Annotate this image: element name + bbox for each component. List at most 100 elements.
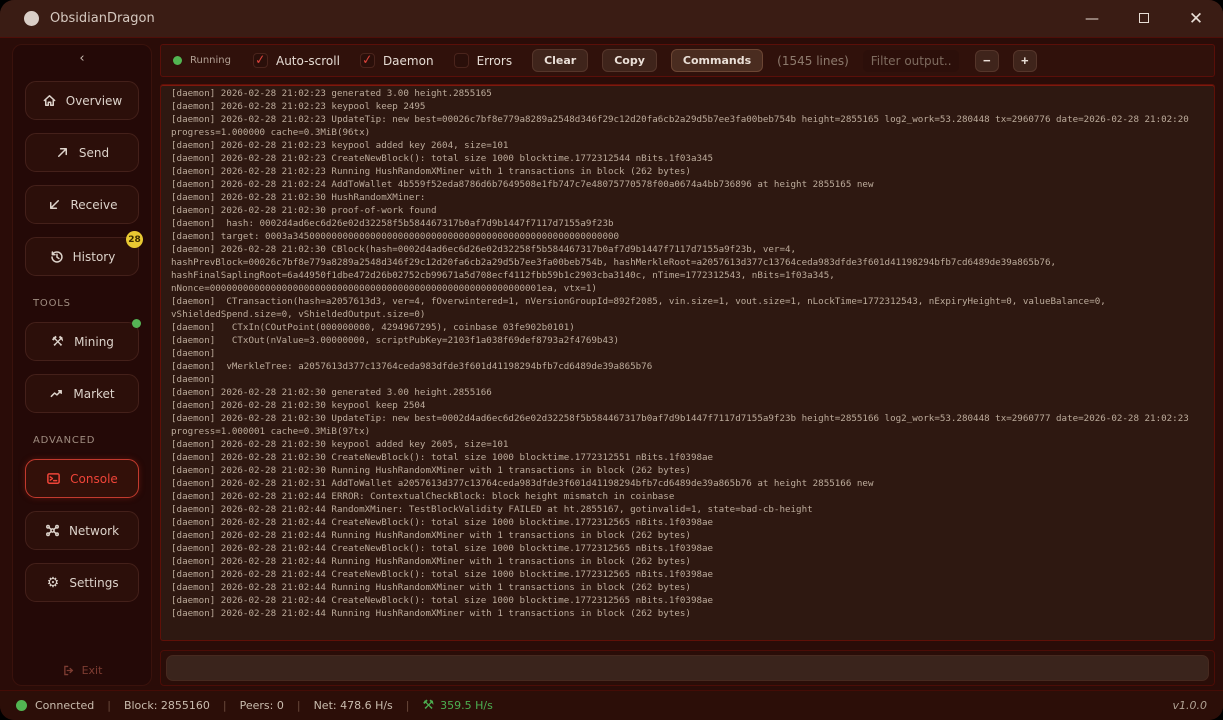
statusbar: Connected | Block: 2855160 | Peers: 0 | …: [0, 690, 1223, 720]
app-title: ObsidianDragon: [50, 11, 155, 26]
log-line: [daemon] CTxIn(COutPoint(000000000, 4294…: [171, 321, 1204, 334]
log-line: [daemon] hash: 0002d4ad6ec6d26e02d32258f…: [171, 217, 1204, 230]
log-line: [daemon] target: 0003a345000000000000000…: [171, 230, 1204, 243]
daemon-checkbox[interactable]: ✓ Daemon: [360, 53, 434, 68]
log-line: [daemon] 2026-02-28 21:02:44 CreateNewBl…: [171, 568, 1204, 581]
exit-button[interactable]: Exit: [62, 664, 103, 677]
exit-door-icon: [62, 664, 75, 677]
hammer-pick-icon: ⚒: [50, 334, 65, 349]
console-output[interactable]: [daemon] 2026-02-28 21:02:23 generated 3…: [160, 84, 1215, 641]
connection-label: Connected: [35, 699, 94, 712]
running-status-label: Running: [190, 55, 231, 66]
sidebar-item-receive[interactable]: Receive: [25, 185, 139, 224]
sidebar-item-label: Mining: [74, 335, 114, 349]
log-line: [daemon] 2026-02-28 21:02:30 Running Hus…: [171, 464, 1204, 477]
log-line: [daemon] 2026-02-28 21:02:44 Running Hus…: [171, 581, 1204, 594]
log-line: [daemon] 2026-02-28 21:02:44 Running Hus…: [171, 529, 1204, 542]
checkbox-label: Errors: [477, 54, 513, 68]
sidebar-item-label: Settings: [69, 576, 118, 590]
log-line: [daemon] 2026-02-28 21:02:30 keypool add…: [171, 438, 1204, 451]
sidebar-collapse-button[interactable]: ‹: [69, 49, 94, 68]
sidebar-item-label: Network: [69, 524, 119, 538]
block-height: Block: 2855160: [124, 699, 210, 712]
log-line: [daemon] 2026-02-28 21:02:30 keypool kee…: [171, 399, 1204, 412]
clear-button[interactable]: Clear: [532, 49, 588, 72]
checkbox-box: ✓: [360, 53, 375, 68]
terminal-icon: [46, 471, 61, 486]
minimize-icon[interactable]: —: [1079, 11, 1105, 27]
log-line: [daemon] 2026-02-28 21:02:44 Running Hus…: [171, 607, 1204, 620]
sidebar-item-market[interactable]: Market: [25, 374, 139, 413]
close-icon[interactable]: ✕: [1183, 9, 1209, 29]
log-line: [daemon] CTransaction(hash=a2057613d3, v…: [171, 295, 1204, 321]
log-line: [daemon] 2026-02-28 21:02:30 generated 3…: [171, 386, 1204, 399]
sidebar-item-label: Send: [79, 146, 109, 160]
sidebar: ‹ Overview Send Receive: [12, 44, 152, 686]
trending-chart-icon: [49, 386, 64, 401]
window-controls: — ✕: [1079, 9, 1209, 29]
log-line: [daemon] 2026-02-28 21:02:23 keypool kee…: [171, 100, 1204, 113]
log-line: [daemon]: [171, 373, 1204, 386]
console-toolbar: Running ✓ Auto-scroll ✓ Daemon ✓ Errors …: [160, 44, 1215, 77]
send-arrow-icon: [55, 145, 70, 160]
log-line: [daemon] 2026-02-28 21:02:31 AddToWallet…: [171, 477, 1204, 490]
local-hashrate-value: 359.5 H/s: [440, 699, 493, 712]
checkbox-label: Daemon: [383, 54, 434, 68]
sidebar-item-history[interactable]: History 28: [25, 237, 139, 276]
log-line: [daemon] 2026-02-28 21:02:44 CreateNewBl…: [171, 594, 1204, 607]
gear-icon: ⚙: [45, 575, 60, 590]
command-input-strip: [160, 650, 1215, 686]
font-increase-button[interactable]: +: [1013, 50, 1037, 72]
network-nodes-icon: [45, 523, 60, 538]
autoscroll-checkbox[interactable]: ✓ Auto-scroll: [253, 53, 340, 68]
connected-dot-icon: [16, 700, 27, 711]
sidebar-item-label: Market: [73, 387, 114, 401]
log-line: [daemon] 2026-02-28 21:02:23 CreateNewBl…: [171, 152, 1204, 165]
tools-section-label: TOOLS: [33, 298, 71, 309]
history-clock-icon: [49, 249, 64, 264]
sidebar-item-overview[interactable]: Overview: [25, 81, 139, 120]
check-icon: ✓: [254, 52, 266, 68]
filter-output-input[interactable]: [863, 50, 959, 72]
app-version: v1.0.0: [1173, 699, 1208, 712]
log-line: [daemon] 2026-02-28 21:02:30 HushRandomX…: [171, 191, 1204, 204]
log-line: [daemon] 2026-02-28 21:02:44 Running Hus…: [171, 555, 1204, 568]
sidebar-item-console[interactable]: Console: [25, 459, 139, 498]
separator: |: [406, 699, 410, 712]
peers-count: Peers: 0: [240, 699, 284, 712]
separator: |: [297, 699, 301, 712]
console-page: Running ✓ Auto-scroll ✓ Daemon ✓ Errors …: [160, 44, 1215, 686]
log-line: [daemon] 2026-02-28 21:02:30 UpdateTip: …: [171, 412, 1204, 438]
log-line: [daemon] 2026-02-28 21:02:44 CreateNewBl…: [171, 516, 1204, 529]
log-line: [daemon] 2026-02-28 21:02:44 CreateNewBl…: [171, 542, 1204, 555]
home-icon: [42, 93, 57, 108]
log-line: [daemon] CTxOut(nValue=3.00000000, scrip…: [171, 334, 1204, 347]
network-hashrate: Net: 478.6 H/s: [314, 699, 393, 712]
sidebar-item-label: History: [73, 250, 116, 264]
maximize-icon[interactable]: [1131, 11, 1157, 27]
log-line: [daemon] 2026-02-28 21:02:30 proof-of-wo…: [171, 204, 1204, 217]
advanced-section-label: ADVANCED: [33, 435, 95, 446]
app-logo-icon: [24, 11, 39, 26]
sidebar-item-mining[interactable]: ⚒ Mining: [25, 322, 139, 361]
sidebar-item-network[interactable]: Network: [25, 511, 139, 550]
checkbox-box: ✓: [253, 53, 268, 68]
sidebar-item-send[interactable]: Send: [25, 133, 139, 172]
exit-label: Exit: [82, 664, 103, 677]
receive-arrow-icon: [47, 197, 62, 212]
log-line: [daemon] 2026-02-28 21:02:23 keypool add…: [171, 139, 1204, 152]
daemon-status: Running: [173, 55, 231, 66]
app-window: ObsidianDragon — ✕ ‹ Overview Send: [0, 0, 1223, 720]
log-line: [daemon] 2026-02-28 21:02:23 Running Hus…: [171, 165, 1204, 178]
copy-button[interactable]: Copy: [602, 49, 657, 72]
command-input[interactable]: [166, 655, 1209, 681]
sidebar-item-settings[interactable]: ⚙ Settings: [25, 563, 139, 602]
log-line: [daemon] 2026-02-28 21:02:24 AddToWallet…: [171, 178, 1204, 191]
font-decrease-button[interactable]: −: [975, 50, 999, 72]
commands-button[interactable]: Commands: [671, 49, 763, 72]
titlebar: ObsidianDragon — ✕: [0, 0, 1223, 38]
line-count: (1545 lines): [777, 54, 849, 68]
separator: |: [223, 699, 227, 712]
errors-checkbox[interactable]: ✓ Errors: [454, 53, 513, 68]
log-line: [daemon]: [171, 347, 1204, 360]
